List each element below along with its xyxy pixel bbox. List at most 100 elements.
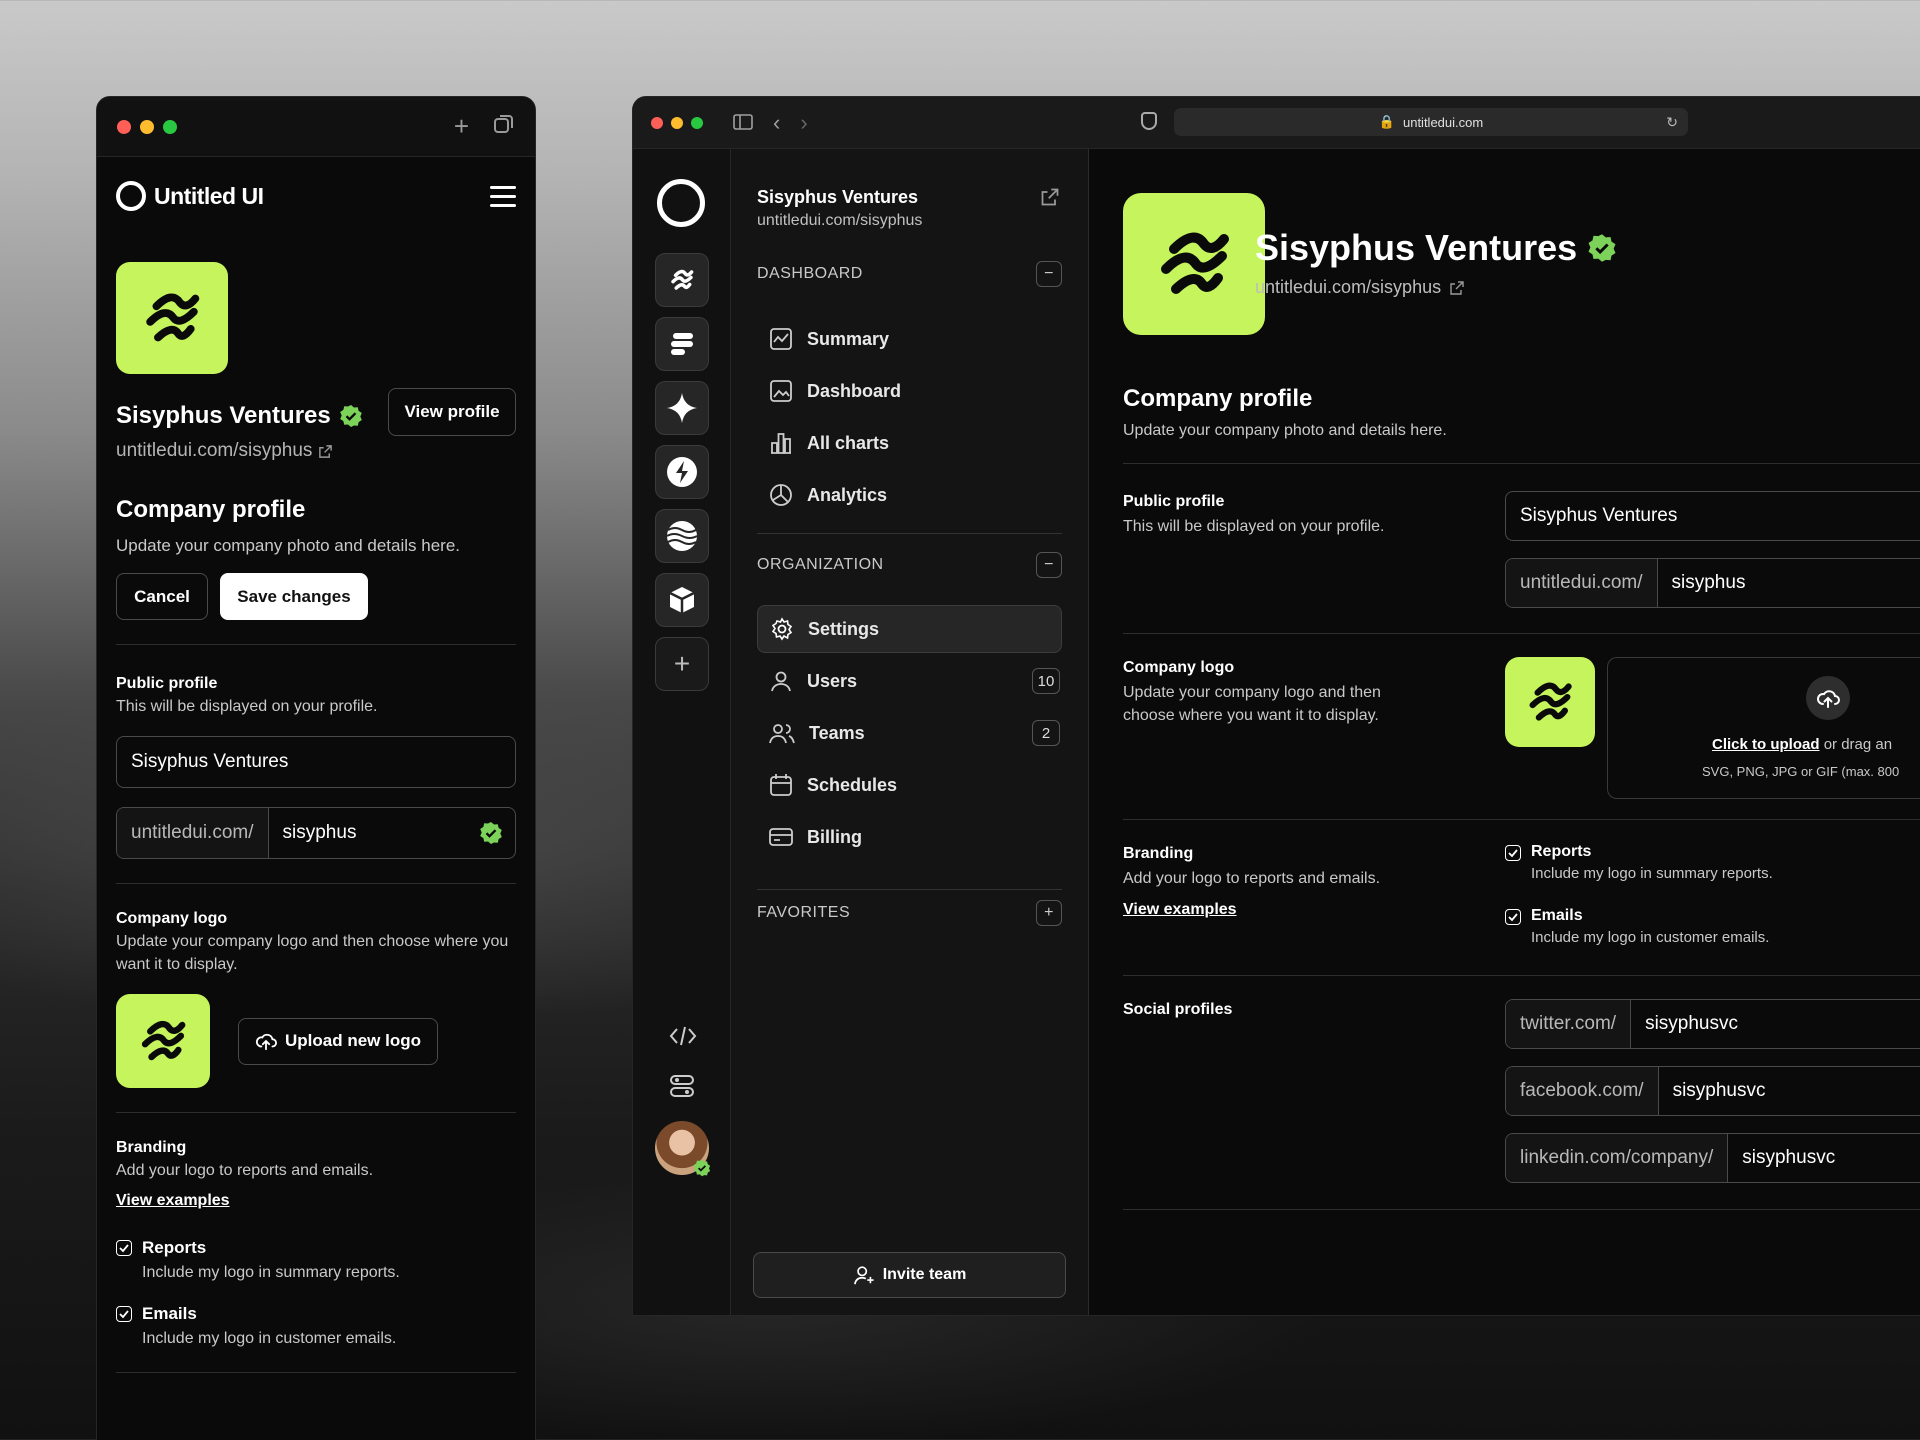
- company-name-input[interactable]: Sisyphus Ventures: [1505, 491, 1920, 541]
- cloud-upload-icon: [255, 1033, 277, 1051]
- emails-checkbox[interactable]: [116, 1306, 132, 1322]
- reports-checkbox-row[interactable]: Reports Include my logo in summary repor…: [1505, 843, 1773, 882]
- company-url[interactable]: untitledui.com/sisyphus: [1255, 277, 1465, 298]
- branding-subtitle: Add your logo to reports and emails.: [116, 1162, 374, 1179]
- upload-dropzone[interactable]: Click to upload or drag an SVG, PNG, JPG…: [1607, 657, 1920, 799]
- twitter-input[interactable]: twitter.com/ sisyphusvc: [1505, 999, 1920, 1049]
- menu-icon[interactable]: [490, 185, 516, 207]
- verified-icon: [693, 1159, 711, 1177]
- sidebar-item-analytics[interactable]: Analytics: [757, 471, 1062, 519]
- public-profile-subtitle: This will be displayed on your profile.: [1123, 518, 1385, 535]
- sidebar: Sisyphus Ventures untitledui.com/sisyphu…: [731, 149, 1089, 1315]
- add-favorite-icon[interactable]: +: [1036, 900, 1062, 926]
- divider: [116, 1112, 516, 1113]
- workspace-sparkle-icon[interactable]: [655, 381, 709, 435]
- mobile-titlebar: +: [97, 97, 535, 157]
- check-icon: [1508, 849, 1518, 858]
- check-icon: [119, 1310, 129, 1319]
- company-logo-thumb: [116, 994, 210, 1088]
- minimize-dot[interactable]: [671, 116, 683, 129]
- emails-checkbox-row[interactable]: Emails Include my logo in customer email…: [116, 1304, 516, 1348]
- workspace-cube-icon[interactable]: [655, 573, 709, 627]
- emails-checkbox[interactable]: [1505, 909, 1521, 925]
- company-name-input[interactable]: Sisyphus Ventures: [116, 736, 516, 788]
- emails-checkbox-row[interactable]: Emails Include my logo in customer email…: [1505, 907, 1769, 946]
- address-bar[interactable]: 🔒 untitledui.com ↻: [1174, 108, 1688, 136]
- add-workspace-icon[interactable]: +: [655, 637, 709, 691]
- facebook-input[interactable]: facebook.com/ sisyphusvc: [1505, 1066, 1920, 1116]
- toggles-icon[interactable]: [669, 1073, 695, 1104]
- sidebar-item-settings[interactable]: Settings: [757, 605, 1062, 653]
- external-link-icon[interactable]: [1040, 187, 1060, 212]
- divider: [116, 644, 516, 645]
- waves-logo-icon: [146, 293, 200, 342]
- reports-checkbox[interactable]: [1505, 845, 1521, 861]
- invite-team-button[interactable]: Invite team: [753, 1252, 1066, 1298]
- company-url-input[interactable]: untitledui.com/ sisyphus: [116, 807, 516, 859]
- collapse-dashboard-icon[interactable]: −: [1036, 261, 1062, 287]
- view-examples-link[interactable]: View examples: [116, 1192, 516, 1210]
- brand-logo[interactable]: Untitled UI: [116, 181, 264, 211]
- workspace-bolt-icon[interactable]: [655, 445, 709, 499]
- workspace-sisyphus-icon[interactable]: [655, 253, 709, 307]
- pie-chart-icon: [770, 484, 792, 506]
- social-profiles-title: Social profiles: [1123, 1001, 1233, 1018]
- view-profile-button[interactable]: View profile: [388, 388, 516, 436]
- branding-title: Branding: [116, 1139, 187, 1156]
- new-tab-icon[interactable]: +: [454, 111, 469, 142]
- sidebar-item-summary[interactable]: Summary: [757, 315, 1062, 363]
- reports-checkbox-row[interactable]: Reports Include my logo in summary repor…: [116, 1238, 516, 1282]
- workspace-layers-icon[interactable]: [655, 317, 709, 371]
- close-dot[interactable]: [117, 119, 131, 134]
- user-avatar[interactable]: [655, 1121, 711, 1177]
- divider: [757, 889, 1062, 890]
- verified-icon: [1588, 234, 1616, 262]
- sidebar-item-dashboard[interactable]: Dashboard: [757, 367, 1062, 415]
- users-count-badge: 10: [1032, 668, 1060, 694]
- back-icon[interactable]: ‹: [773, 110, 780, 136]
- tabs-icon[interactable]: [493, 111, 515, 142]
- sidebar-item-all-charts[interactable]: All charts: [757, 419, 1062, 467]
- lock-icon: 🔒: [1378, 114, 1395, 129]
- click-to-upload-link[interactable]: Click to upload: [1712, 736, 1820, 753]
- sidebar-item-users[interactable]: Users 10: [757, 657, 1062, 705]
- close-dot[interactable]: [651, 116, 663, 129]
- company-logo: [1123, 193, 1265, 335]
- maximize-dot[interactable]: [691, 116, 703, 129]
- sidebar-item-schedules[interactable]: Schedules: [757, 761, 1062, 809]
- company-logo-subtitle-line2: choose where you want it to display.: [1123, 707, 1379, 724]
- gear-icon: [771, 617, 793, 641]
- divider: [757, 533, 1062, 534]
- divider: [1123, 633, 1920, 634]
- sidebar-item-billing[interactable]: Billing: [757, 813, 1062, 861]
- browser-toolbar: ‹ › 🔒 untitledui.com ↻: [633, 97, 1920, 149]
- reports-checkbox[interactable]: [116, 1240, 132, 1256]
- workspace-waves-icon[interactable]: [655, 509, 709, 563]
- section-title: Company profile: [1123, 385, 1313, 412]
- main-content: Sisyphus Ventures untitledui.com/sisyphu…: [1089, 149, 1920, 1315]
- image-chart-icon: [770, 380, 792, 402]
- forward-icon[interactable]: ›: [800, 110, 807, 136]
- divider: [1123, 975, 1920, 976]
- company-logo: [116, 262, 228, 374]
- reload-icon[interactable]: ↻: [1666, 114, 1678, 131]
- shield-icon[interactable]: [1141, 112, 1157, 130]
- cancel-button[interactable]: Cancel: [116, 573, 208, 620]
- code-icon[interactable]: [669, 1025, 697, 1052]
- minimize-dot[interactable]: [140, 119, 154, 134]
- home-ring-icon[interactable]: [657, 179, 705, 227]
- sidebar-toggle-icon[interactable]: [733, 110, 753, 136]
- company-url[interactable]: untitledui.com/sisyphus: [116, 440, 363, 462]
- upload-new-logo-button[interactable]: Upload new logo: [238, 1017, 438, 1065]
- maximize-dot[interactable]: [163, 119, 177, 134]
- save-changes-button[interactable]: Save changes: [220, 573, 368, 620]
- collapse-organization-icon[interactable]: −: [1036, 552, 1062, 578]
- credit-card-icon: [769, 828, 793, 846]
- sidebar-item-teams[interactable]: Teams 2: [757, 709, 1062, 757]
- linkedin-input[interactable]: linkedin.com/company/ sisyphusvc: [1505, 1133, 1920, 1183]
- company-url-input[interactable]: untitledui.com/ sisyphus: [1505, 558, 1920, 608]
- calendar-icon: [770, 774, 792, 796]
- view-examples-link[interactable]: View examples: [1123, 901, 1237, 919]
- branding-subtitle: Add your logo to reports and emails.: [1123, 870, 1381, 887]
- section-subtitle: Update your company photo and details he…: [116, 536, 461, 555]
